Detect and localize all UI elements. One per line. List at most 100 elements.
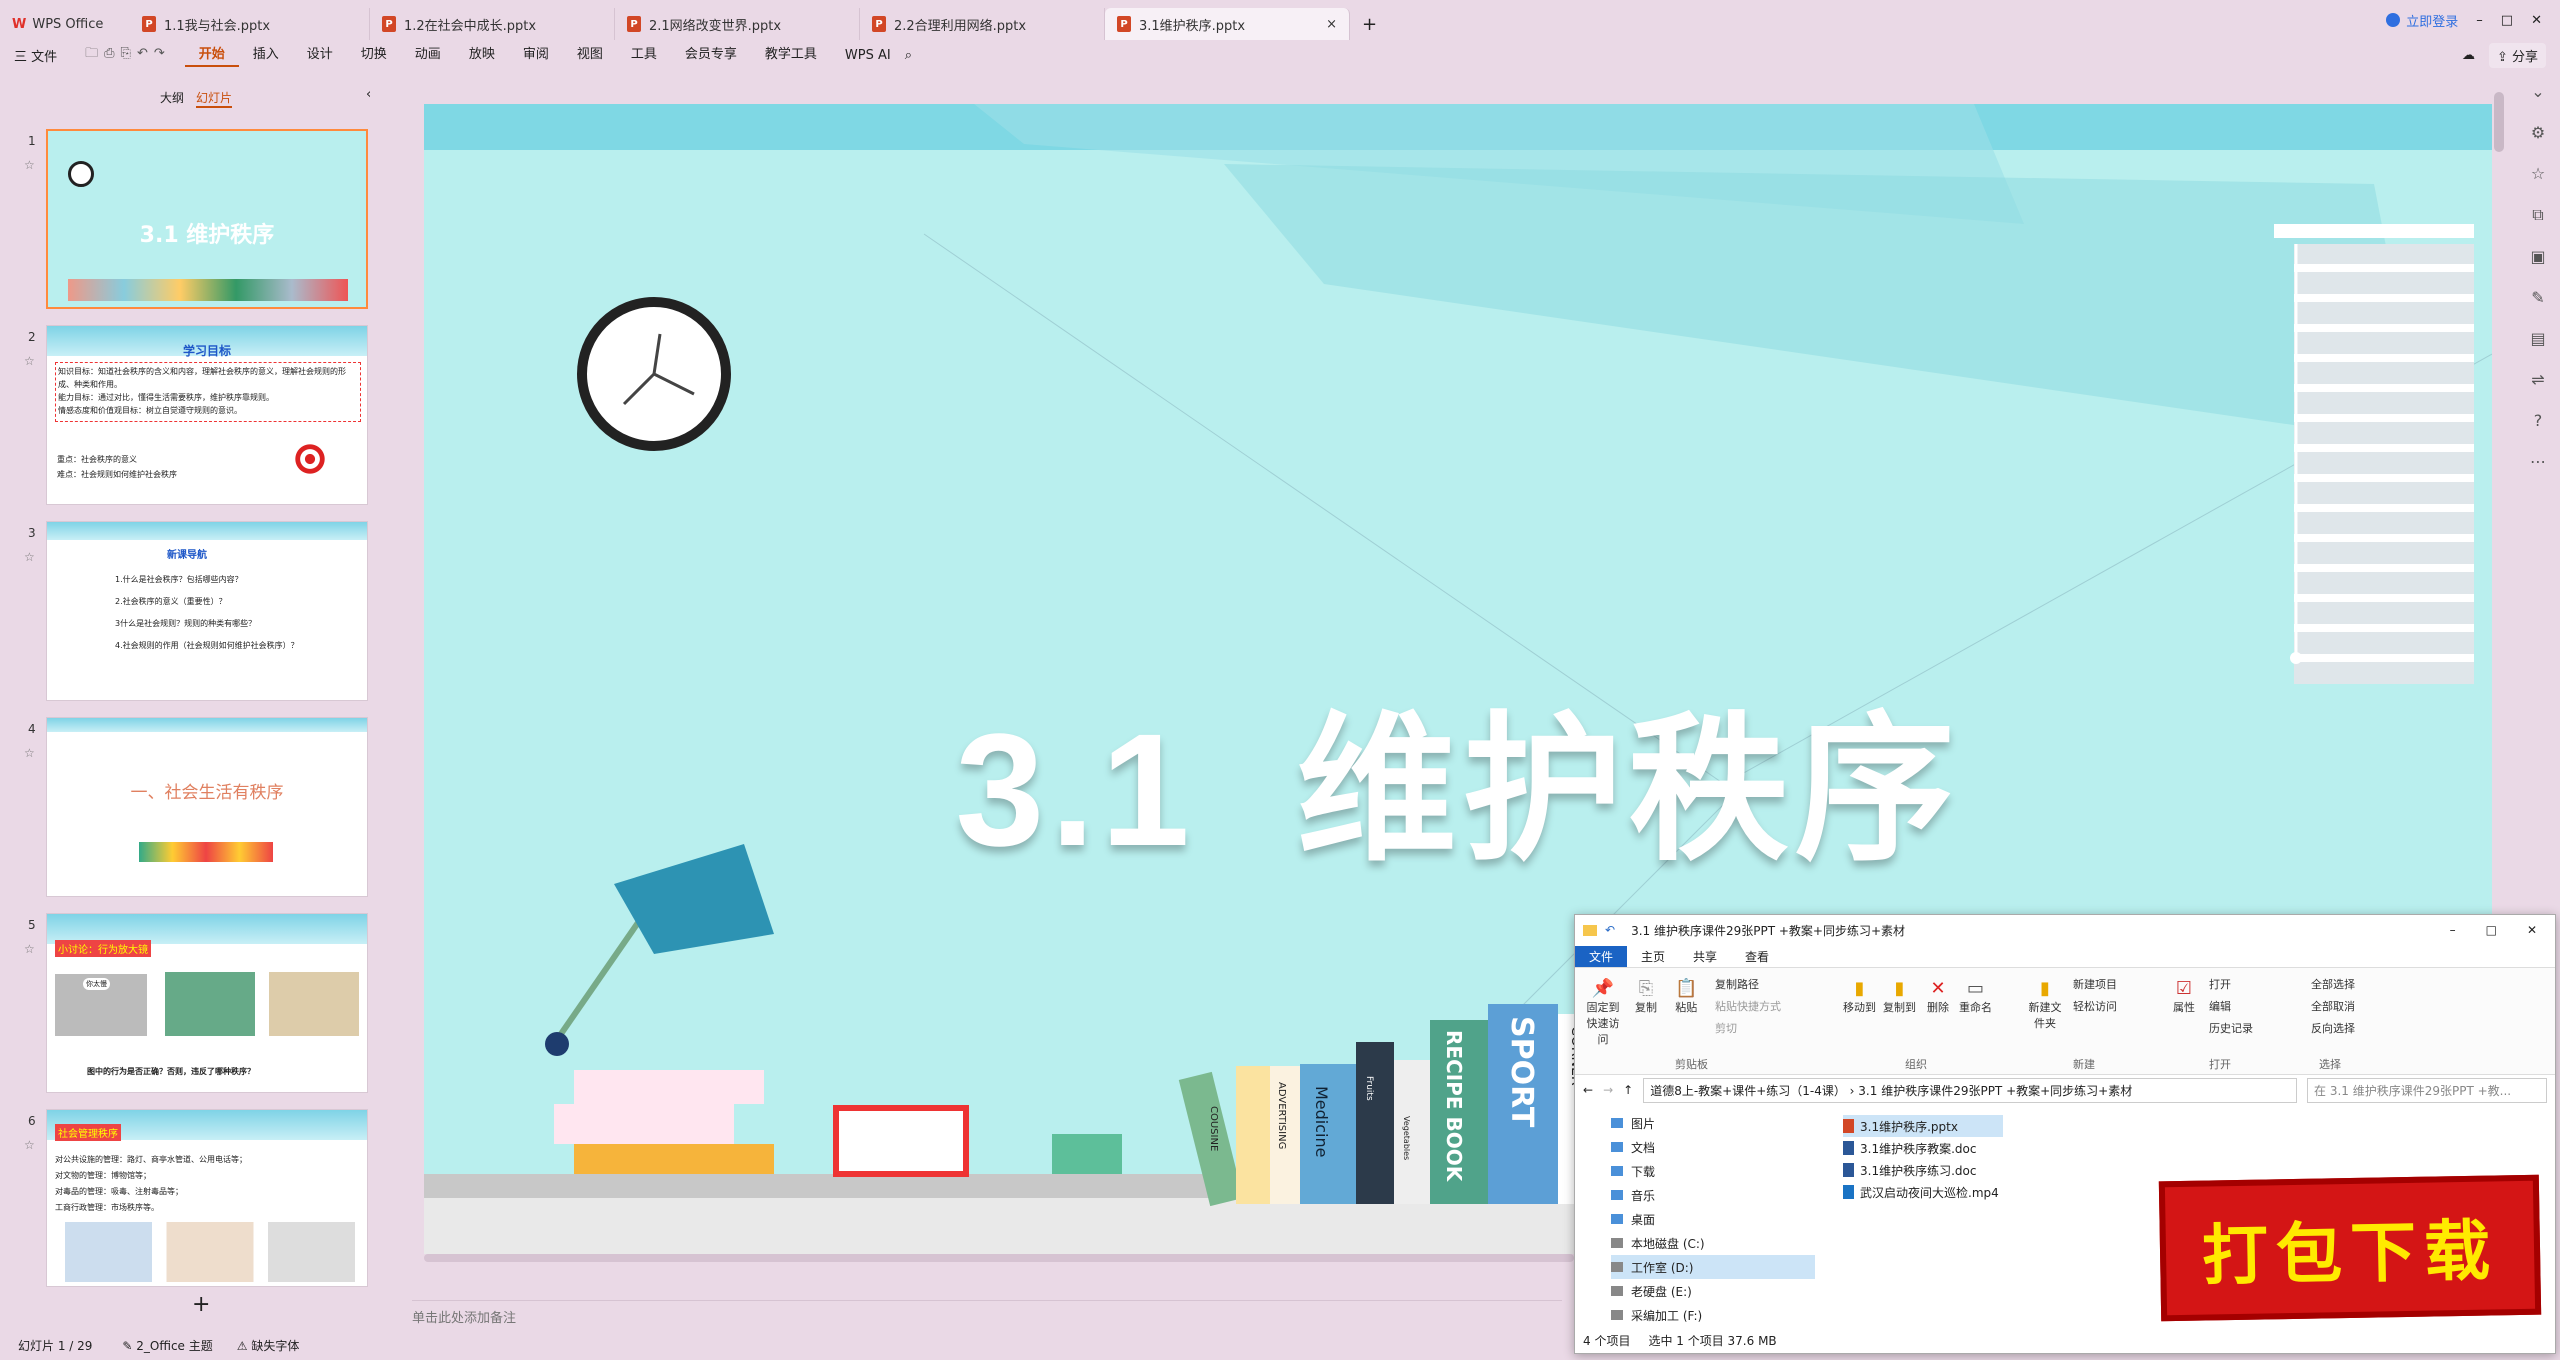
ribbon-tab[interactable]: 切换 [347, 43, 401, 67]
user-avatar-icon[interactable] [2386, 13, 2401, 27]
up-icon[interactable]: ↑ [1623, 1083, 1633, 1097]
star-icon[interactable]: ☆ [24, 746, 35, 760]
nav-item[interactable]: 图片 [1611, 1111, 1815, 1135]
copy-to-button[interactable]: ▮ 复制到 [1883, 978, 1916, 1015]
cut-button[interactable]: 剪切 [1715, 1020, 1737, 1036]
search-box[interactable]: 在 3.1 维护秩序课件29张PPT +教... [2307, 1077, 2547, 1103]
download-badge[interactable]: 打包下载 [2158, 1174, 2542, 1322]
invert-selection-button[interactable]: 反向选择 [2311, 1020, 2355, 1036]
more-icon[interactable]: ⋯ [2530, 452, 2546, 471]
tab-wps-home[interactable]: W WPS Office [0, 8, 130, 40]
help-icon[interactable]: ? [2534, 411, 2543, 430]
ribbon-tab[interactable]: 开始 [184, 43, 239, 67]
slide-thumbnail-4[interactable]: 一、社会生活有秩序 [46, 717, 368, 897]
ribbon-tab[interactable]: 视图 [563, 43, 617, 67]
horizontal-scrollbar[interactable] [424, 1254, 1574, 1262]
ribbon-tab[interactable]: 动画 [401, 43, 455, 67]
add-slide-button[interactable]: + [192, 1292, 210, 1317]
book-icon[interactable]: ▤ [2530, 329, 2545, 348]
explorer-tab[interactable]: 主页 [1627, 946, 1679, 967]
ribbon-tab[interactable]: 教学工具 [751, 43, 831, 67]
open-button[interactable]: 打开 [2209, 976, 2231, 992]
tab-doc-2[interactable]: P 1.2在社会中成长.pptx [370, 8, 615, 40]
select-all-button[interactable]: 全部选择 [2311, 976, 2355, 992]
notes-area[interactable]: 单击此处添加备注 [412, 1300, 1562, 1326]
slide-thumbnail-1[interactable]: 3.1 维护秩序 [46, 129, 368, 309]
theme-indicator[interactable]: ✎ 2_Office 主题 [110, 1337, 224, 1354]
maximize-icon[interactable]: □ [2486, 923, 2497, 937]
new-folder-button[interactable]: ▮ 新建文件夹 [2025, 978, 2065, 1031]
file-row[interactable]: 3.1维护秩序.pptx [1843, 1115, 2003, 1137]
copy-button[interactable]: ⎘ 复制 [1635, 978, 1657, 1015]
wps-ai-menu[interactable]: WPS AI [831, 48, 905, 63]
ribbon-tab[interactable]: 放映 [455, 43, 509, 67]
copy-path-button[interactable]: 复制路径 [1715, 976, 1759, 992]
ribbon-tab[interactable]: 工具 [617, 43, 671, 67]
ribbon-tab[interactable]: 审阅 [509, 43, 563, 67]
nav-item[interactable]: 工作室 (D:) [1611, 1255, 1815, 1279]
ribbon-tab[interactable]: 会员专享 [671, 43, 751, 67]
nav-item[interactable]: 老硬盘 (E:) [1611, 1279, 1815, 1303]
slide-thumbnail-2[interactable]: 学习目标 知识目标：知道社会秩序的含义和内容，理解社会秩序的意义，理解社会规则的… [46, 325, 368, 505]
select-none-button[interactable]: 全部取消 [2311, 998, 2355, 1014]
missing-font-indicator[interactable]: ⚠ 缺失字体 [225, 1337, 312, 1354]
file-menu[interactable]: 三 文件 [0, 46, 71, 65]
undo-icon[interactable]: ↶ [1605, 923, 1615, 937]
properties-button[interactable]: ☑ 属性 [2173, 978, 2195, 1015]
maximize-icon[interactable]: □ [2501, 13, 2513, 28]
tab-doc-3[interactable]: P 2.1网络改变世界.pptx [615, 8, 860, 40]
new-item-button[interactable]: 新建项目 [2073, 976, 2117, 992]
star-icon[interactable]: ☆ [24, 158, 35, 172]
outline-tab[interactable]: 大纲 [160, 89, 184, 106]
nav-item[interactable]: 音乐 [1611, 1183, 1815, 1207]
move-to-button[interactable]: ▮ 移动到 [1843, 978, 1876, 1015]
ribbon-tab[interactable]: 插入 [239, 43, 293, 67]
tab-doc-5[interactable]: P 3.1维护秩序.pptx × [1105, 8, 1350, 40]
toolbar-quick-icons[interactable]: 🗀⎙⎘↶↷ [71, 44, 185, 66]
slides-tab[interactable]: 幻灯片 [196, 89, 233, 108]
tab-doc-1[interactable]: P 1.1我与社会.pptx [130, 8, 370, 40]
sliders-icon[interactable]: ⚙ [2531, 123, 2545, 142]
nav-item[interactable]: 采编加工 (F:) [1611, 1303, 1815, 1327]
file-row[interactable]: 3.1维护秩序教案.doc [1843, 1137, 2543, 1159]
nav-item[interactable]: 文档 [1611, 1135, 1815, 1159]
nav-item[interactable]: 本地磁盘 (C:) [1611, 1231, 1815, 1255]
star-icon[interactable]: ☆ [24, 354, 35, 368]
delete-button[interactable]: ✕ 删除 [1927, 978, 1949, 1015]
explorer-tab[interactable]: 查看 [1731, 946, 1783, 967]
close-icon[interactable]: ✕ [2527, 923, 2537, 937]
close-icon[interactable]: × [1326, 17, 1337, 32]
slide-title[interactable]: 3.1 维护秩序 [424, 660, 2492, 892]
slide-scrollbar[interactable] [2494, 92, 2504, 152]
star-icon[interactable]: ☆ [24, 1138, 35, 1152]
rename-button[interactable]: ▭ 重命名 [1959, 978, 1992, 1015]
transition-icon[interactable]: ⇌ [2531, 370, 2544, 389]
search-icon[interactable]: ⌕ [905, 48, 912, 63]
new-tab-button[interactable]: + [1350, 8, 1389, 40]
edit-button[interactable]: 编辑 [2209, 998, 2231, 1014]
design-icon[interactable]: ✎ [2531, 288, 2544, 307]
back-icon[interactable]: ← [1583, 1083, 1593, 1097]
image-icon[interactable]: ▣ [2530, 247, 2545, 266]
history-button[interactable]: 历史记录 [2209, 1020, 2253, 1036]
nav-item[interactable]: 桌面 [1611, 1207, 1815, 1231]
explorer-tab[interactable]: 共享 [1679, 946, 1731, 967]
minimize-icon[interactable]: – [2476, 13, 2483, 28]
slide-thumbnail-5[interactable]: 小讨论：行为放大镜 你太慢 图中的行为是否正确？否则，违反了哪种秩序？ [46, 913, 368, 1093]
pin-button[interactable]: 📌 固定到快速访问 [1585, 978, 1621, 1047]
address-bar[interactable]: 道德8上-教案+课件+练习（1-4课） › 3.1 维护秩序课件29张PPT +… [1643, 1077, 2297, 1103]
ribbon-tab[interactable]: 设计 [293, 43, 347, 67]
forward-icon[interactable]: → [1603, 1083, 1613, 1097]
login-link[interactable]: 立即登录 [2406, 11, 2458, 30]
slide-thumbnail-3[interactable]: 新课导航 1.什么是社会秩序？包括哪些内容？ 2.社会秩序的意义（重要性）？ 3… [46, 521, 368, 701]
copy-icon[interactable]: ⧉ [2532, 205, 2543, 225]
paste-button[interactable]: 📋 粘贴 [1675, 978, 1697, 1015]
share-button[interactable]: ⇪ 分享 [2488, 42, 2546, 68]
collapse-panel-icon[interactable]: ‹ [366, 87, 371, 102]
minimize-icon[interactable]: – [2450, 923, 2456, 937]
star-icon[interactable]: ☆ [24, 550, 35, 564]
star-icon[interactable]: ☆ [2531, 164, 2545, 183]
dropdown-icon[interactable]: ⌄ [2531, 82, 2544, 101]
slide-thumbnail-6[interactable]: 社会管理秩序 对公共设施的管理：路灯、商亭水管道、公用电话等； 对文物的管理：博… [46, 1109, 368, 1287]
window-close-icon[interactable]: ✕ [2531, 13, 2542, 28]
